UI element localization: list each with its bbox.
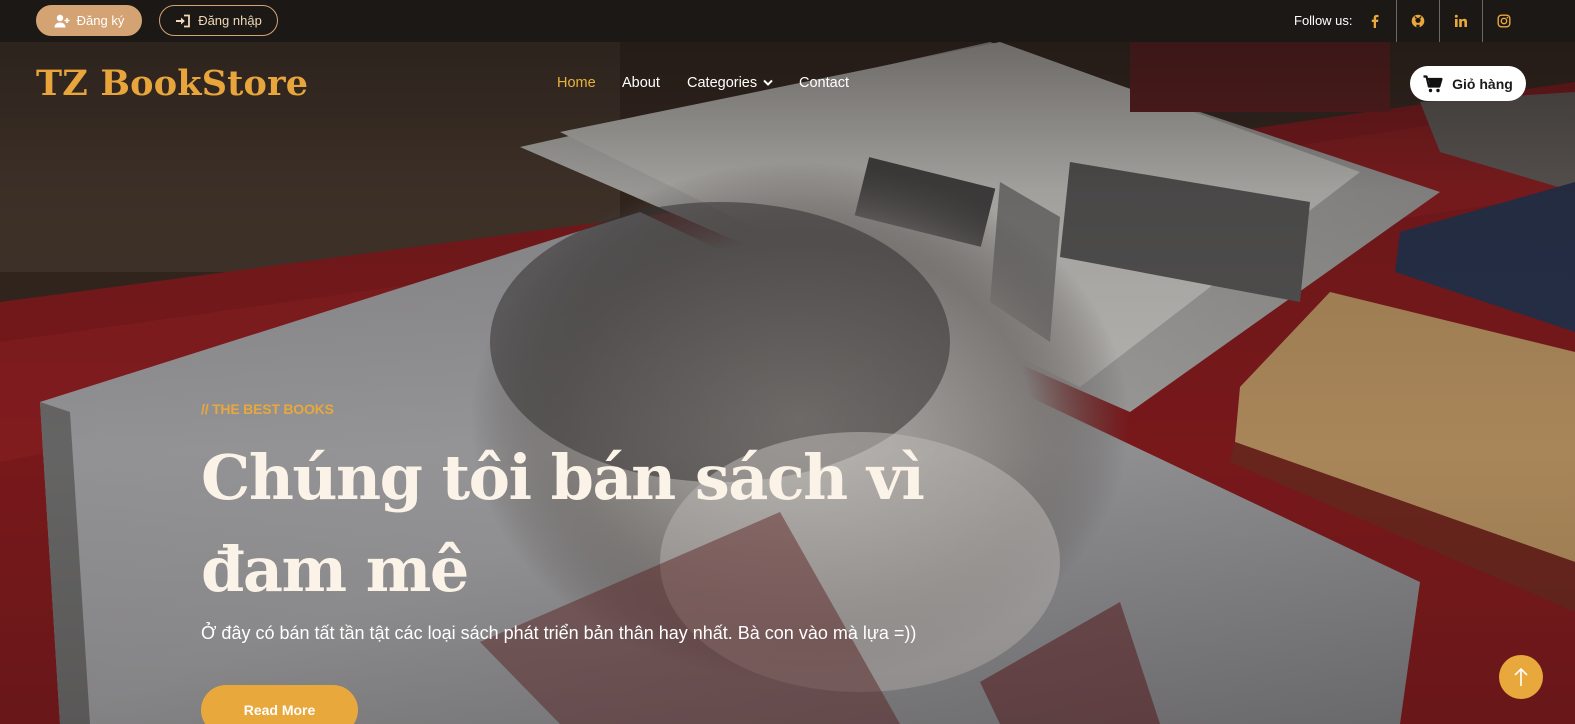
nav-categories[interactable]: Categories [687,75,773,91]
follow-us-label: Follow us: [1294,13,1353,28]
hero-banner [0,42,1575,724]
linkedin-icon [1454,14,1467,27]
nav-contact-label: Contact [799,75,849,91]
github-icon [1411,14,1425,28]
cart-label: Giỏ hàng [1452,75,1513,92]
read-more-label: Read More [243,702,316,718]
cart-button[interactable]: Giỏ hàng [1410,66,1526,101]
shopping-cart-icon [1423,74,1443,92]
login-label: Đăng nhập [198,13,262,28]
sign-in-icon [176,14,191,27]
nav-about[interactable]: About [622,75,660,91]
arrow-up-icon [1514,667,1528,686]
instagram-icon [1497,14,1511,28]
top-utility-bar: Đăng ký Đăng nhập Follow us: [0,0,1575,42]
nav-categories-label: Categories [687,75,758,91]
facebook-icon [1371,14,1378,28]
login-button[interactable]: Đăng nhập [159,5,278,36]
nav-contact[interactable]: Contact [799,75,849,91]
hero-eyebrow: // THE BEST BOOKS [201,401,334,417]
facebook-link[interactable] [1353,0,1396,42]
hero-title-line-1: Chúng tôi bán sách vì [201,441,925,514]
hero-title-line-2: đam mê [201,533,469,606]
register-button[interactable]: Đăng ký [36,5,142,36]
read-more-button[interactable]: Read More [201,685,358,724]
github-link[interactable] [1396,0,1439,42]
nav-home-label: Home [557,75,596,91]
linkedin-link[interactable] [1439,0,1482,42]
instagram-link[interactable] [1482,0,1525,42]
nav-about-label: About [622,75,660,91]
back-to-top-button[interactable] [1499,655,1543,699]
user-plus-icon [54,14,70,27]
chevron-down-icon [763,79,773,86]
hero-title: Chúng tôi bán sách vì đam mê [201,432,961,616]
hero-dark-overlay [0,42,1575,724]
hero-subtitle: Ở đây có bán tất tần tật các loại sách p… [201,623,917,643]
register-label: Đăng ký [76,13,125,28]
site-logo[interactable]: TZ BookStore [36,63,308,104]
nav-home[interactable]: Home [557,75,596,91]
